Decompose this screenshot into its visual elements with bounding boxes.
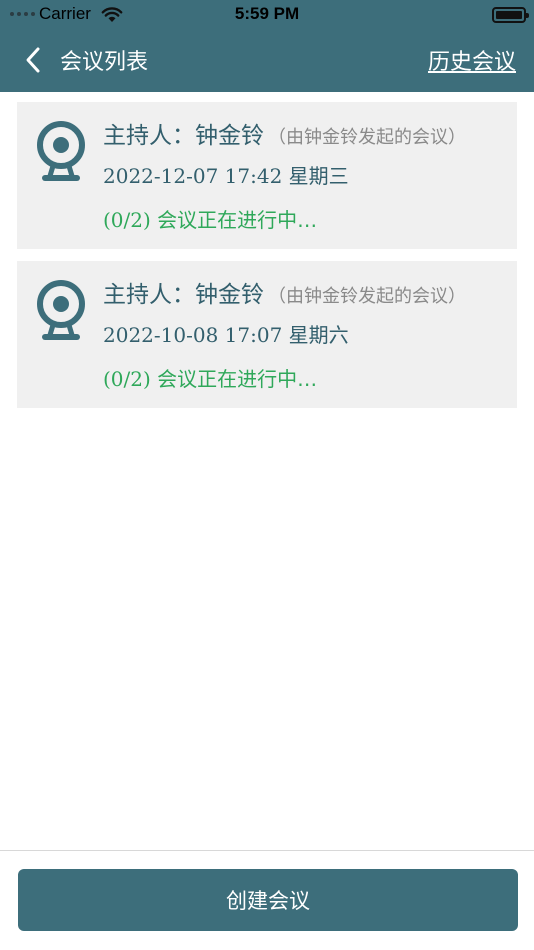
host-name: 钟金铃: [195, 123, 264, 149]
back-chevron-icon[interactable]: [22, 44, 46, 76]
datetime-text: 2022-10-08 17:07: [103, 323, 283, 347]
status-bar: Carrier 5:59 PM: [0, 0, 534, 30]
meeting-status: (0/2) 会议正在进行中…: [103, 204, 317, 233]
nav-bar: Carrier 5:59 PM 会议列表 历史会议: [0, 0, 534, 92]
weekday-text: 星期三: [288, 164, 349, 188]
host-name: 钟金铃: [195, 282, 264, 308]
host-note: （由钟金铃发起的会议）: [268, 127, 466, 148]
participant-count: (0/2): [103, 208, 151, 232]
meeting-datetime: 2022-12-07 17:42 星期三: [103, 160, 349, 189]
create-meeting-button[interactable]: 创建会议: [18, 869, 518, 931]
meeting-card[interactable]: 主持人：钟金铃 （由钟金铃发起的会议） 2022-10-08 17:07 星期六 …: [17, 261, 517, 408]
page-title: 会议列表: [60, 50, 149, 75]
weekday-text: 星期六: [288, 323, 349, 347]
host-label: 主持人：: [103, 282, 195, 308]
status-text: 会议正在进行中…: [157, 208, 318, 232]
host-line: 主持人：钟金铃 （由钟金铃发起的会议）: [103, 275, 466, 309]
meeting-status: (0/2) 会议正在进行中…: [103, 363, 317, 392]
host-note: （由钟金铃发起的会议）: [268, 286, 466, 307]
datetime-text: 2022-12-07 17:42: [103, 164, 283, 188]
webcam-icon: [37, 121, 85, 181]
webcam-icon: [37, 280, 85, 340]
status-time: 5:59 PM: [234, 4, 300, 23]
history-meetings-link[interactable]: 历史会议: [428, 44, 516, 76]
footer-divider: [0, 850, 534, 851]
battery-icon: [492, 7, 529, 23]
participant-count: (0/2): [103, 367, 151, 391]
meeting-card[interactable]: 主持人：钟金铃 （由钟金铃发起的会议） 2022-12-07 17:42 星期三 …: [17, 102, 517, 249]
meeting-datetime: 2022-10-08 17:07 星期六: [103, 319, 349, 348]
meeting-list: 主持人：钟金铃 （由钟金铃发起的会议） 2022-12-07 17:42 星期三 …: [17, 102, 517, 420]
status-text: 会议正在进行中…: [157, 367, 318, 391]
host-label: 主持人：: [103, 123, 195, 149]
host-line: 主持人：钟金铃 （由钟金铃发起的会议）: [103, 116, 466, 150]
